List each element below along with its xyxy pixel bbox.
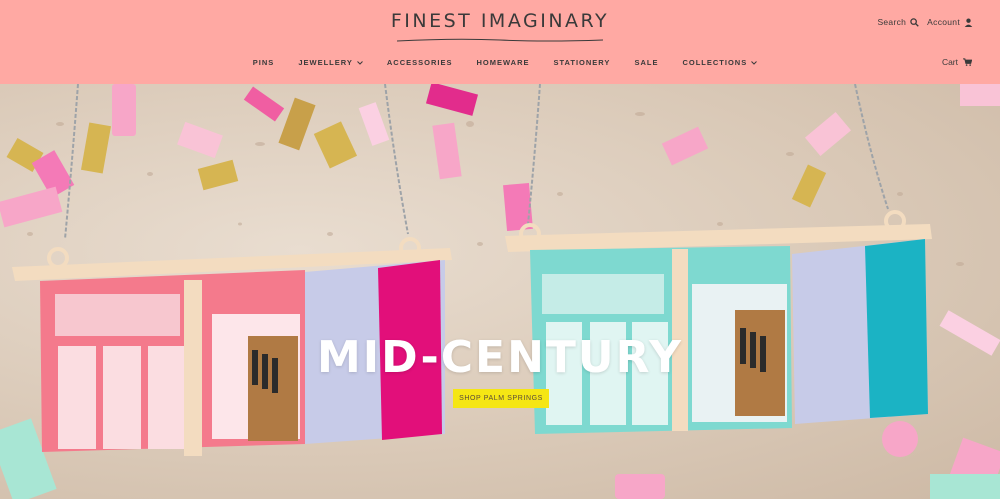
nav-item-collections[interactable]: COLLECTIONS <box>682 58 758 67</box>
site-header: FINEST IMAGINARY Search Account PINS JEW… <box>0 0 1000 84</box>
search-label: Search <box>877 17 907 27</box>
nav-item-label: COLLECTIONS <box>682 58 748 67</box>
nav-item-label: HOMEWARE <box>476 58 530 67</box>
nav-item-sale[interactable]: SALE <box>634 58 658 67</box>
account-label: Account <box>927 17 960 27</box>
logo[interactable]: FINEST IMAGINARY <box>0 10 1000 32</box>
nav-item-pins[interactable]: PINS <box>253 58 275 67</box>
nav-item-label: SALE <box>634 58 659 67</box>
user-icon <box>964 18 973 27</box>
shop-palm-springs-button[interactable]: SHOP PALM SPRINGS <box>453 389 549 408</box>
logo-text[interactable]: FINEST IMAGINARY <box>391 10 609 32</box>
aqua-house-necklace <box>505 210 932 434</box>
cart-icon <box>963 58 972 66</box>
search-icon <box>910 17 919 27</box>
nav-item-label: PINS <box>252 58 275 67</box>
hero-image <box>0 84 1000 499</box>
utility-links: Search Account <box>877 17 973 27</box>
nav-item-homeware[interactable]: HOMEWARE <box>476 58 529 67</box>
search-link[interactable]: Search <box>877 17 919 27</box>
cart-link[interactable]: Cart <box>942 57 972 67</box>
nav-item-jewellery[interactable]: JEWELLERY <box>298 58 363 67</box>
chevron-down-icon <box>751 60 758 65</box>
nav-item-label: STATIONERY <box>553 58 611 67</box>
account-link[interactable]: Account <box>927 17 973 27</box>
logo-swash-icon <box>396 38 604 42</box>
hero-banner[interactable]: MID-CENTURY SHOP PALM SPRINGS <box>0 84 1000 499</box>
hero-title: MID-CENTURY <box>316 332 683 383</box>
nav-item-label: JEWELLERY <box>298 58 353 67</box>
nav-item-accessories[interactable]: ACCESSORIES <box>387 58 453 67</box>
nav-item-label: ACCESSORIES <box>386 58 453 67</box>
cart-label: Cart <box>941 57 958 67</box>
nav-item-stationery[interactable]: STATIONERY <box>553 58 610 67</box>
main-nav: PINS JEWELLERY ACCESSORIES HOMEWARE STAT… <box>0 58 1000 67</box>
chevron-down-icon <box>357 60 363 65</box>
